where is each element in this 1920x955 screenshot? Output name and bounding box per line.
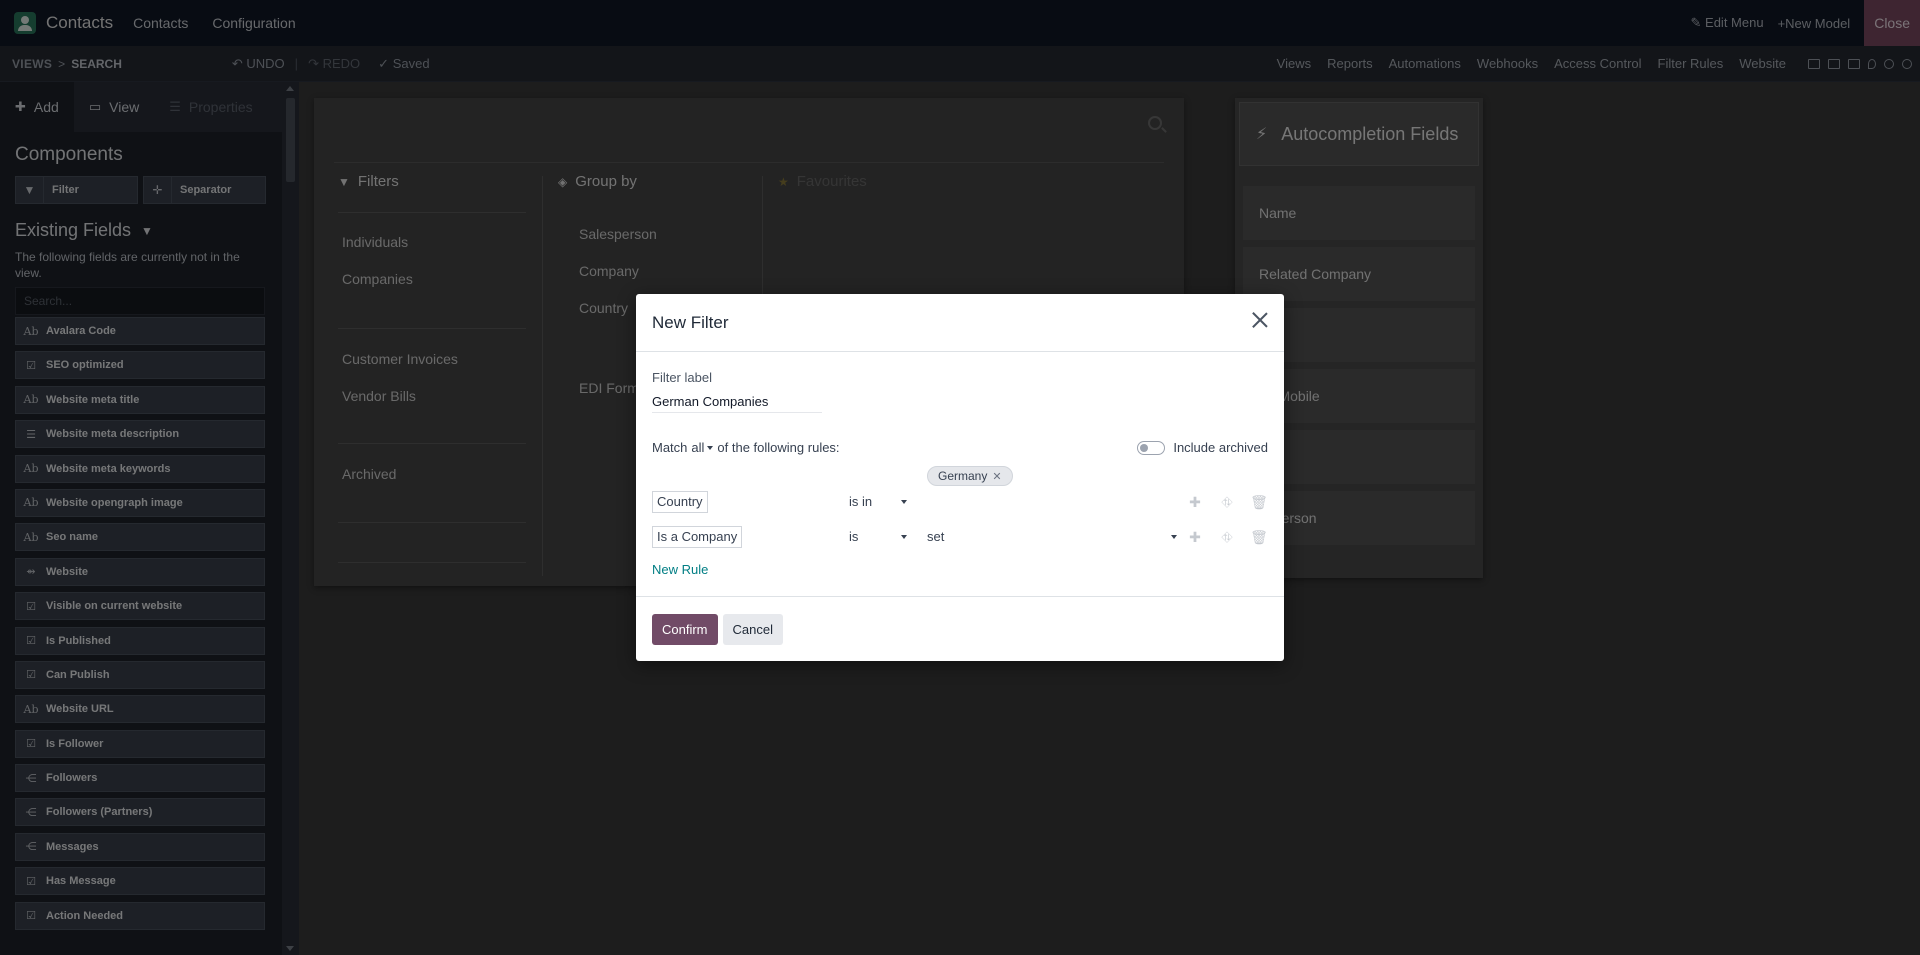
add-rule-icon[interactable]: ✚: [1186, 494, 1204, 511]
rule-actions: ✚ ⛗ 🗑: [1186, 494, 1268, 511]
rule-operator-select[interactable]: is: [849, 529, 907, 544]
dialog-footer: Confirm Cancel: [636, 596, 1284, 661]
filter-label-caption: Filter label: [652, 370, 712, 385]
trash-icon[interactable]: 🗑: [1250, 494, 1268, 511]
trash-icon[interactable]: 🗑: [1250, 529, 1268, 546]
new-filter-dialog: New Filter Filter label Match all of the…: [636, 294, 1284, 661]
add-branch-icon[interactable]: ⛗: [1218, 529, 1236, 546]
rule-value-select[interactable]: set: [927, 529, 1177, 544]
rule-field-path[interactable]: Is a Company: [652, 526, 743, 548]
include-archived-toggle[interactable]: [1137, 440, 1166, 455]
rule-actions: ✚ ⛗ 🗑: [1186, 529, 1268, 546]
rule-row: Country is in ✚ ⛗ 🗑: [652, 491, 1268, 515]
remove-tag-icon[interactable]: ✕: [992, 470, 1001, 483]
confirm-button[interactable]: Confirm: [652, 613, 718, 645]
cancel-button[interactable]: Cancel: [722, 613, 783, 645]
include-archived: Include archived: [1137, 440, 1268, 455]
value-tag: Germany ✕: [927, 466, 1013, 486]
rule-field-path[interactable]: Country: [652, 491, 708, 513]
add-rule-icon[interactable]: ✚: [1186, 529, 1204, 546]
dialog-title: New Filter: [652, 312, 729, 332]
dialog-header: New Filter: [636, 294, 1284, 352]
filter-label-input[interactable]: [652, 391, 822, 413]
match-selector: Match all of the following rules:: [652, 440, 840, 455]
rule-row: Is a Company is set ✚ ⛗ 🗑: [652, 526, 1268, 550]
rule-operator-select[interactable]: is in: [849, 494, 907, 509]
add-branch-icon[interactable]: ⛗: [1218, 494, 1236, 511]
close-icon[interactable]: [1250, 310, 1270, 330]
new-rule-link[interactable]: New Rule: [652, 562, 708, 577]
match-dropdown[interactable]: all: [691, 440, 713, 455]
